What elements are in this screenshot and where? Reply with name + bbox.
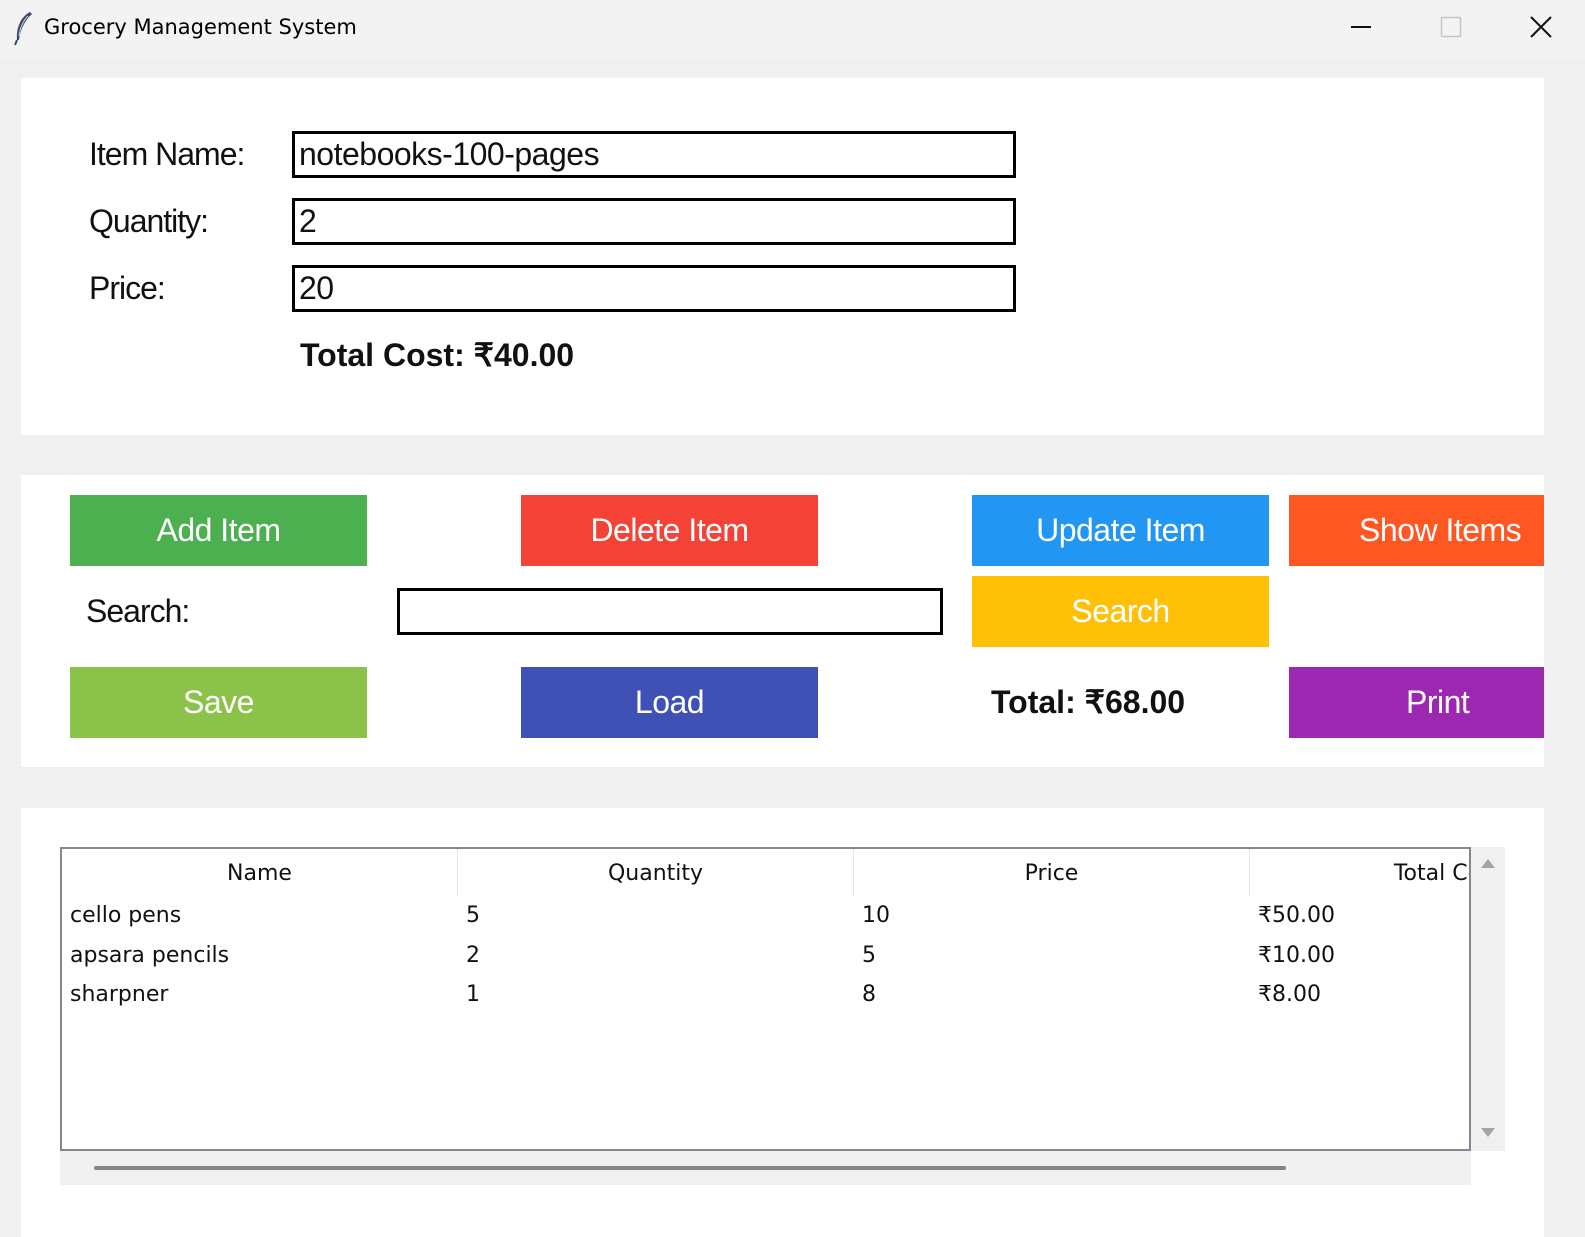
items-table-panel: Name Quantity Price Total Cost cello pen… xyxy=(21,808,1544,1237)
cell-total-cost: ₹8.00 xyxy=(1258,982,1321,1007)
delete-item-button[interactable]: Delete Item xyxy=(521,495,818,566)
cell-name: cello pens xyxy=(70,903,182,928)
cell-name: sharpner xyxy=(70,982,169,1007)
cell-total-cost: ₹10.00 xyxy=(1258,943,1335,968)
print-button[interactable]: Print xyxy=(1289,667,1544,738)
horizontal-scrollbar[interactable] xyxy=(60,1151,1471,1185)
vertical-scrollbar[interactable] xyxy=(1471,847,1505,1151)
window-title: Grocery Management System xyxy=(44,15,357,39)
item-name-label: Item Name: xyxy=(89,136,245,172)
horizontal-scroll-thumb[interactable] xyxy=(94,1166,1286,1170)
total-cost-label: Total Cost: ₹40.00 xyxy=(300,337,575,373)
cell-name: apsara pencils xyxy=(70,943,230,968)
cell-quantity: 1 xyxy=(466,982,480,1007)
items-table[interactable]: Name Quantity Price Total Cost cello pen… xyxy=(60,847,1471,1151)
show-items-button[interactable]: Show Items xyxy=(1289,495,1544,566)
scroll-down-icon[interactable] xyxy=(1480,1127,1496,1139)
quantity-label: Quantity: xyxy=(89,203,209,239)
search-label: Search: xyxy=(86,593,190,629)
search-button[interactable]: Search xyxy=(972,576,1269,647)
cell-price: 10 xyxy=(862,903,890,928)
search-input[interactable] xyxy=(397,588,943,635)
grand-total-label: Total: ₹68.00 xyxy=(991,684,1186,720)
item-name-input[interactable] xyxy=(292,131,1016,178)
price-label: Price: xyxy=(89,270,166,306)
close-icon xyxy=(1530,16,1552,38)
column-header-name[interactable]: Name xyxy=(62,849,458,897)
column-header-total-cost[interactable]: Total Cost xyxy=(1250,849,1469,897)
column-header-price[interactable]: Price xyxy=(854,849,1250,897)
quantity-input[interactable] xyxy=(292,198,1016,245)
maximize-button[interactable] xyxy=(1406,0,1496,54)
cell-quantity: 5 xyxy=(466,903,480,928)
load-button[interactable]: Load xyxy=(521,667,818,738)
table-row[interactable]: sharpner 1 8 ₹8.00 xyxy=(62,975,1469,1015)
feather-icon xyxy=(14,12,32,46)
app-window: Grocery Management System Item Name: Qua… xyxy=(0,0,1585,1237)
minimize-icon xyxy=(1351,26,1371,28)
cell-quantity: 2 xyxy=(466,943,480,968)
cell-price: 5 xyxy=(862,943,876,968)
table-row[interactable]: cello pens 5 10 ₹50.00 xyxy=(62,896,1469,936)
price-input[interactable] xyxy=(292,265,1016,312)
update-item-button[interactable]: Update Item xyxy=(972,495,1269,566)
add-item-button[interactable]: Add Item xyxy=(70,495,367,566)
close-button[interactable] xyxy=(1496,0,1585,54)
table-header: Name Quantity Price Total Cost xyxy=(62,849,1469,897)
minimize-button[interactable] xyxy=(1316,0,1406,54)
maximize-icon xyxy=(1440,16,1462,38)
table-row[interactable]: apsara pencils 2 5 ₹10.00 xyxy=(62,936,1469,976)
cell-price: 8 xyxy=(862,982,876,1007)
scroll-up-icon[interactable] xyxy=(1480,857,1496,869)
title-bar: Grocery Management System xyxy=(0,0,1585,58)
cell-total-cost: ₹50.00 xyxy=(1258,903,1335,928)
actions-panel: Add Item Delete Item Update Item Show It… xyxy=(21,475,1544,767)
save-button[interactable]: Save xyxy=(70,667,367,738)
column-header-quantity[interactable]: Quantity xyxy=(458,849,854,897)
item-form-panel: Item Name: Quantity: Price: Total Cost: … xyxy=(21,78,1544,435)
